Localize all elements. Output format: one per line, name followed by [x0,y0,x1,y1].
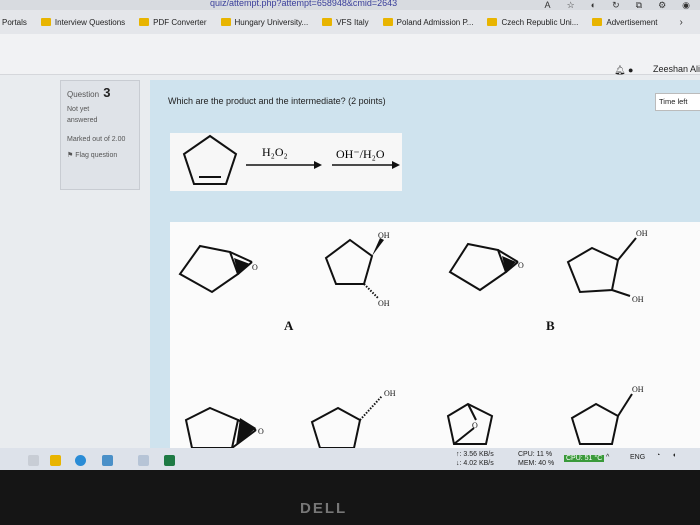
oxygen-label: O [472,421,478,430]
chevron-up-icon[interactable]: ^ [606,454,609,461]
net-upload: ↑: 3.56 KB/s [456,451,494,458]
chrome-icon[interactable] [75,455,86,466]
cyclopentene-reactant [182,134,238,185]
volume-icon[interactable]: ◖ [672,452,676,459]
alcohol-structure-d [570,393,633,445]
hydroxyl-label: OH [632,385,644,394]
reagent-2: OH⁻/H₂O [336,147,385,161]
reaction-arrowhead-2 [392,161,400,169]
diol-structure-c [310,406,362,449]
cpu-usage: CPU: 11 % [518,451,553,458]
wedge-bond [372,238,384,256]
dell-logo: DELL [300,500,348,517]
hash-bond [359,395,383,421]
answer-label-b: B [546,318,555,333]
hydroxyl-label: OH [632,295,644,304]
store-icon[interactable] [138,455,149,466]
explorer-icon[interactable] [50,455,61,466]
memory-usage: MEM: 40 % [518,460,555,467]
cpu-temperature: CPU: 51 °C [564,455,605,462]
media-icon[interactable] [102,455,113,466]
language-indicator[interactable]: ENG [630,454,645,461]
screen: quiz/attempt.php?attempt=658948&cmid=264… [0,0,700,470]
bridged-ether-structure [446,402,494,445]
reaction-arrowhead-1 [314,161,322,169]
net-download: ↓: 4.02 KB/s [456,460,494,467]
reagent-1: H₂O₂ [262,145,288,159]
wifi-icon[interactable]: ◔ [656,452,660,459]
oxygen-label: O [258,427,264,436]
answer-label-a: A [284,318,294,333]
trans-diol-structure-a [324,238,374,285]
hydroxyl-label: OH [384,389,396,398]
laptop-bezel [0,470,700,525]
excel-icon[interactable] [164,455,175,466]
hydroxyl-label: OH [378,231,390,240]
oxygen-label: O [518,261,524,270]
chemical-structures: H₂O₂ OH⁻/H₂O O OH OH A O OH OH B O OH O … [178,134,648,449]
cis-diol-structure-b [566,237,637,297]
oxygen-label: O [252,263,258,272]
hydroxyl-label: OH [636,229,648,238]
hydroxyl-label: OH [378,299,390,308]
search-icon[interactable] [28,455,39,466]
hash-bond [363,283,379,299]
